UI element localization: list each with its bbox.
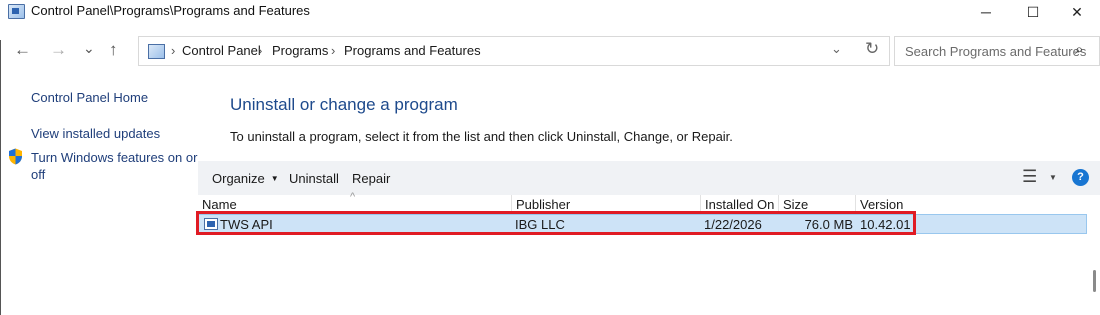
control-panel-icon xyxy=(8,4,25,19)
left-border xyxy=(0,40,1,315)
breadcrumb-programs-and-features[interactable]: Programs and Features xyxy=(344,43,481,58)
minimize-button[interactable]: ─ xyxy=(963,0,1009,24)
maximize-button[interactable]: ☐ xyxy=(1010,0,1056,24)
organize-button[interactable]: Organize ▼ xyxy=(212,171,279,186)
forward-arrow-icon[interactable]: → xyxy=(50,40,67,60)
turn-windows-features-link[interactable]: Turn Windows features on or off xyxy=(31,149,197,183)
turn-windows-features-line1: Turn Windows features on or xyxy=(31,150,198,165)
breadcrumb-separator-icon: › xyxy=(258,43,263,58)
programs-and-features-window: Control Panel\Programs\Programs and Feat… xyxy=(0,0,1100,315)
refresh-icon[interactable]: ↻ xyxy=(865,39,879,59)
help-icon[interactable]: ? xyxy=(1072,169,1089,186)
view-installed-updates-link[interactable]: View installed updates xyxy=(31,125,160,142)
search-box[interactable]: Search Programs and Features ⌕ xyxy=(894,36,1100,66)
breadcrumb-separator-icon: › xyxy=(331,43,336,58)
view-options-icon[interactable]: ☰ xyxy=(1022,167,1037,187)
command-toolbar: Organize ▼ Uninstall Repair ☰ ▼ ? xyxy=(198,161,1100,195)
view-options-caret-icon[interactable]: ▼ xyxy=(1049,173,1057,182)
up-arrow-icon[interactable]: ↑ xyxy=(109,40,118,60)
organize-caret-icon: ▼ xyxy=(270,174,279,183)
page-title: Uninstall or change a program xyxy=(230,95,458,114)
window-title: Control Panel\Programs\Programs and Feat… xyxy=(31,3,310,18)
breadcrumb-programs[interactable]: Programs xyxy=(272,43,328,58)
control-panel-home-link[interactable]: Control Panel Home xyxy=(31,89,148,106)
address-bar[interactable]: › Control Panel › Programs › Programs an… xyxy=(138,36,890,66)
close-button[interactable]: ✕ xyxy=(1054,0,1100,24)
control-panel-icon xyxy=(148,44,165,59)
breadcrumb-control-panel[interactable]: Control Panel xyxy=(182,43,261,58)
organize-label: Organize xyxy=(212,171,265,186)
address-dropdown-chevron-icon[interactable]: ⌄ xyxy=(831,41,842,57)
uninstall-button[interactable]: Uninstall xyxy=(289,171,339,186)
search-icon[interactable]: ⌕ xyxy=(1075,41,1083,58)
navigation-bar: ← → ⌄ ↑ › Control Panel › Programs › Pro… xyxy=(0,30,1100,70)
back-arrow-icon[interactable]: ← xyxy=(14,40,31,60)
search-input[interactable]: Search Programs and Features xyxy=(905,44,1086,59)
vertical-scrollbar-thumb[interactable] xyxy=(1093,270,1096,292)
recent-locations-chevron-icon[interactable]: ⌄ xyxy=(83,38,95,58)
page-description: To uninstall a program, select it from t… xyxy=(230,129,733,144)
shield-icon xyxy=(9,148,22,165)
turn-windows-features-line2: off xyxy=(31,167,46,182)
repair-button[interactable]: Repair xyxy=(352,171,390,186)
breadcrumb-separator-icon: › xyxy=(171,43,176,58)
title-bar: Control Panel\Programs\Programs and Feat… xyxy=(0,0,1100,24)
annotation-highlight-box xyxy=(196,211,916,235)
